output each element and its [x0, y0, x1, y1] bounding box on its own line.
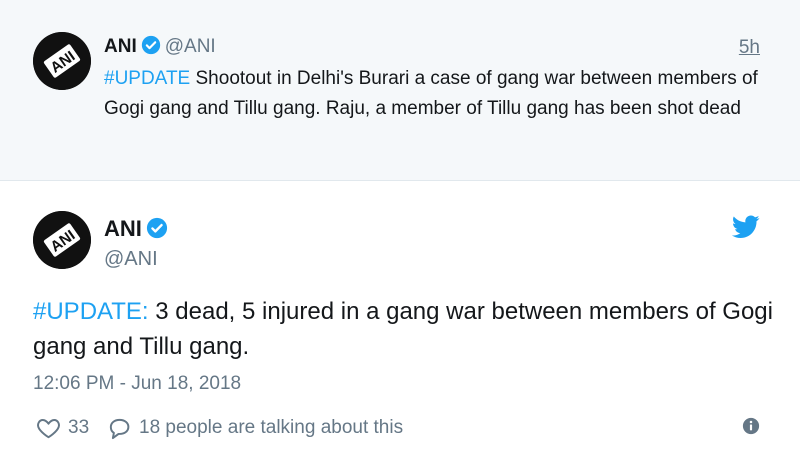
author-name-row: ANI — [104, 216, 168, 242]
ani-logo-icon: ANI — [33, 211, 91, 269]
tweet-date[interactable]: 12:06 PM - Jun 18, 2018 — [33, 373, 241, 395]
info-icon[interactable] — [742, 417, 760, 435]
talking-link[interactable]: 18 people are talking about this — [106, 415, 403, 441]
author-handle[interactable]: @ANI — [104, 248, 158, 271]
tweet-timestamp[interactable]: 5h — [739, 37, 760, 59]
ani-logo-icon: ANI — [33, 32, 91, 90]
verified-badge-icon — [146, 217, 167, 239]
like-button[interactable]: 33 — [35, 415, 89, 441]
twitter-bird-icon[interactable] — [732, 215, 760, 239]
avatar[interactable]: ANI — [33, 211, 91, 269]
parent-tweet[interactable]: ANI ANI @ANI 5h #UPDATE Shootout in Delhi… — [0, 0, 800, 181]
parent-tweet-text: #UPDATE Shootout in Delhi's Burari a cas… — [104, 64, 774, 124]
author-name[interactable]: ANI — [104, 216, 142, 241]
speech-bubble-icon — [109, 418, 130, 440]
tweet-text: #UPDATE: 3 dead, 5 injured in a gang war… — [33, 294, 773, 364]
verified-badge-icon — [141, 35, 160, 55]
hashtag-link[interactable]: #UPDATE — [104, 68, 190, 89]
talking-count: 18 people are talking about this — [139, 417, 404, 438]
author-handle[interactable]: @ANI — [165, 36, 216, 57]
author-name[interactable]: ANI — [104, 36, 137, 57]
avatar[interactable]: ANI — [33, 32, 91, 90]
parent-tweet-header: ANI @ANI — [104, 35, 216, 58]
like-count: 33 — [68, 417, 90, 438]
hashtag-link[interactable]: #UPDATE: — [33, 298, 149, 325]
heart-icon — [37, 419, 60, 439]
tweet-body: Shootout in Delhi's Burari a case of gan… — [104, 68, 758, 119]
